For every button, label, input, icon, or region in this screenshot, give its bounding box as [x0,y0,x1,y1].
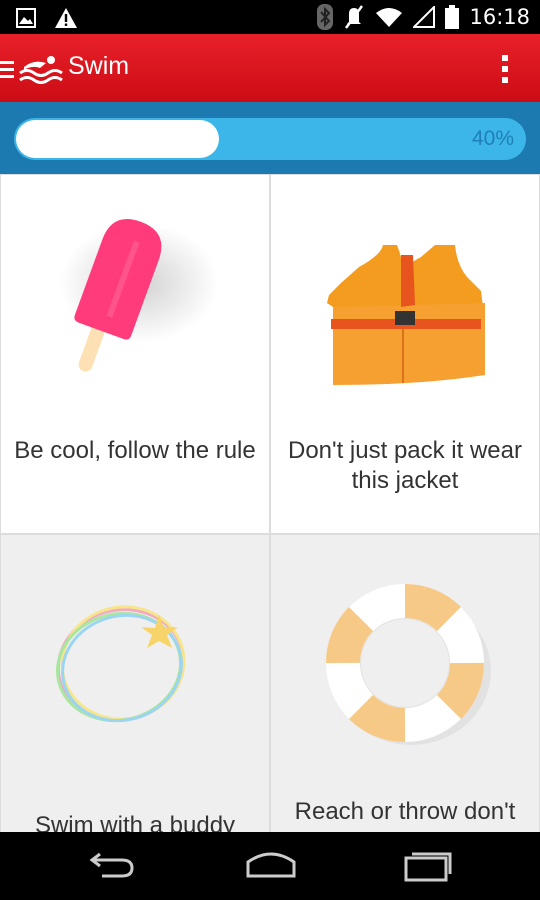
card-swim-buddy[interactable]: Swim with a buddy [1,535,269,832]
app-title: Swim [68,52,130,80]
warning-icon [55,8,77,28]
card-grid: Be cool, follow the rule Don't just pack… [0,174,540,832]
life-jacket-icon [327,245,485,385]
signal-icon [413,6,436,28]
swimmer-logo-icon[interactable] [18,53,64,85]
card-label: Swim with a buddy [34,812,236,832]
card-label: Don't just pack it wear this jacket [287,437,522,494]
progress-area: 40% [0,102,540,174]
battery-icon [445,5,460,29]
card-life-jacket[interactable]: Don't just pack it wear this jacket [271,175,539,533]
card-label: Be cool, follow the rule [14,437,256,464]
progress-fill [16,120,219,158]
card-be-cool[interactable]: Be cool, follow the rule [1,175,269,533]
glowstick-star-icon [55,605,186,723]
lifebuoy-icon [325,583,491,745]
wifi-icon [376,8,403,27]
mute-icon [345,5,364,29]
overflow-menu-icon[interactable] [500,53,510,85]
recents-icon[interactable] [402,848,452,882]
bluetooth-icon [317,4,334,30]
card-label: Reach or throw don't [294,798,516,825]
progress-bar: 40% [14,118,526,160]
image-icon [16,8,36,28]
clock: 16:18 [469,5,530,29]
back-icon[interactable] [88,848,136,880]
home-icon[interactable] [244,848,298,880]
status-bar: 16:18 [0,0,540,34]
navigation-bar [0,832,540,900]
menu-icon[interactable] [0,59,14,79]
popsicle-icon [59,219,219,372]
card-reach-throw[interactable]: Reach or throw don't [271,535,539,832]
progress-label: 40% [471,127,514,150]
